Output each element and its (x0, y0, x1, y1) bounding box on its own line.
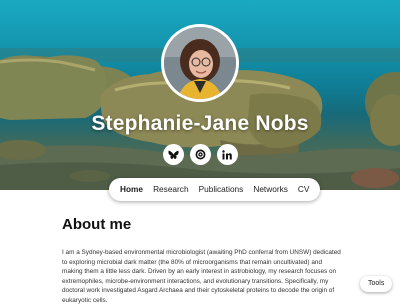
about-heading: About me (62, 216, 132, 233)
hero-banner: Stephanie-Jane Nobs (0, 0, 400, 190)
profile-photo (164, 27, 236, 99)
nav-publications[interactable]: Publications (194, 178, 249, 201)
about-paragraph: I am a Sydney-based environmental microb… (62, 249, 341, 304)
bluesky-icon (167, 150, 179, 159)
nav-networks[interactable]: Networks (248, 178, 293, 201)
avatar (161, 24, 239, 102)
nav-home[interactable]: Home (115, 178, 148, 201)
nav-cv[interactable]: CV (293, 178, 315, 201)
main-nav: Home Research Publications Networks CV (109, 178, 321, 201)
nav-research[interactable]: Research (148, 178, 194, 201)
orcid-link[interactable] (189, 144, 211, 165)
linkedin-icon (222, 149, 232, 159)
tools-button[interactable]: Tools (360, 276, 393, 292)
profile-name: Stephanie-Jane Nobs (91, 112, 309, 135)
social-links (0, 144, 400, 165)
orcid-icon (195, 149, 205, 160)
bluesky-link[interactable] (162, 144, 184, 165)
linkedin-link[interactable] (216, 144, 238, 165)
